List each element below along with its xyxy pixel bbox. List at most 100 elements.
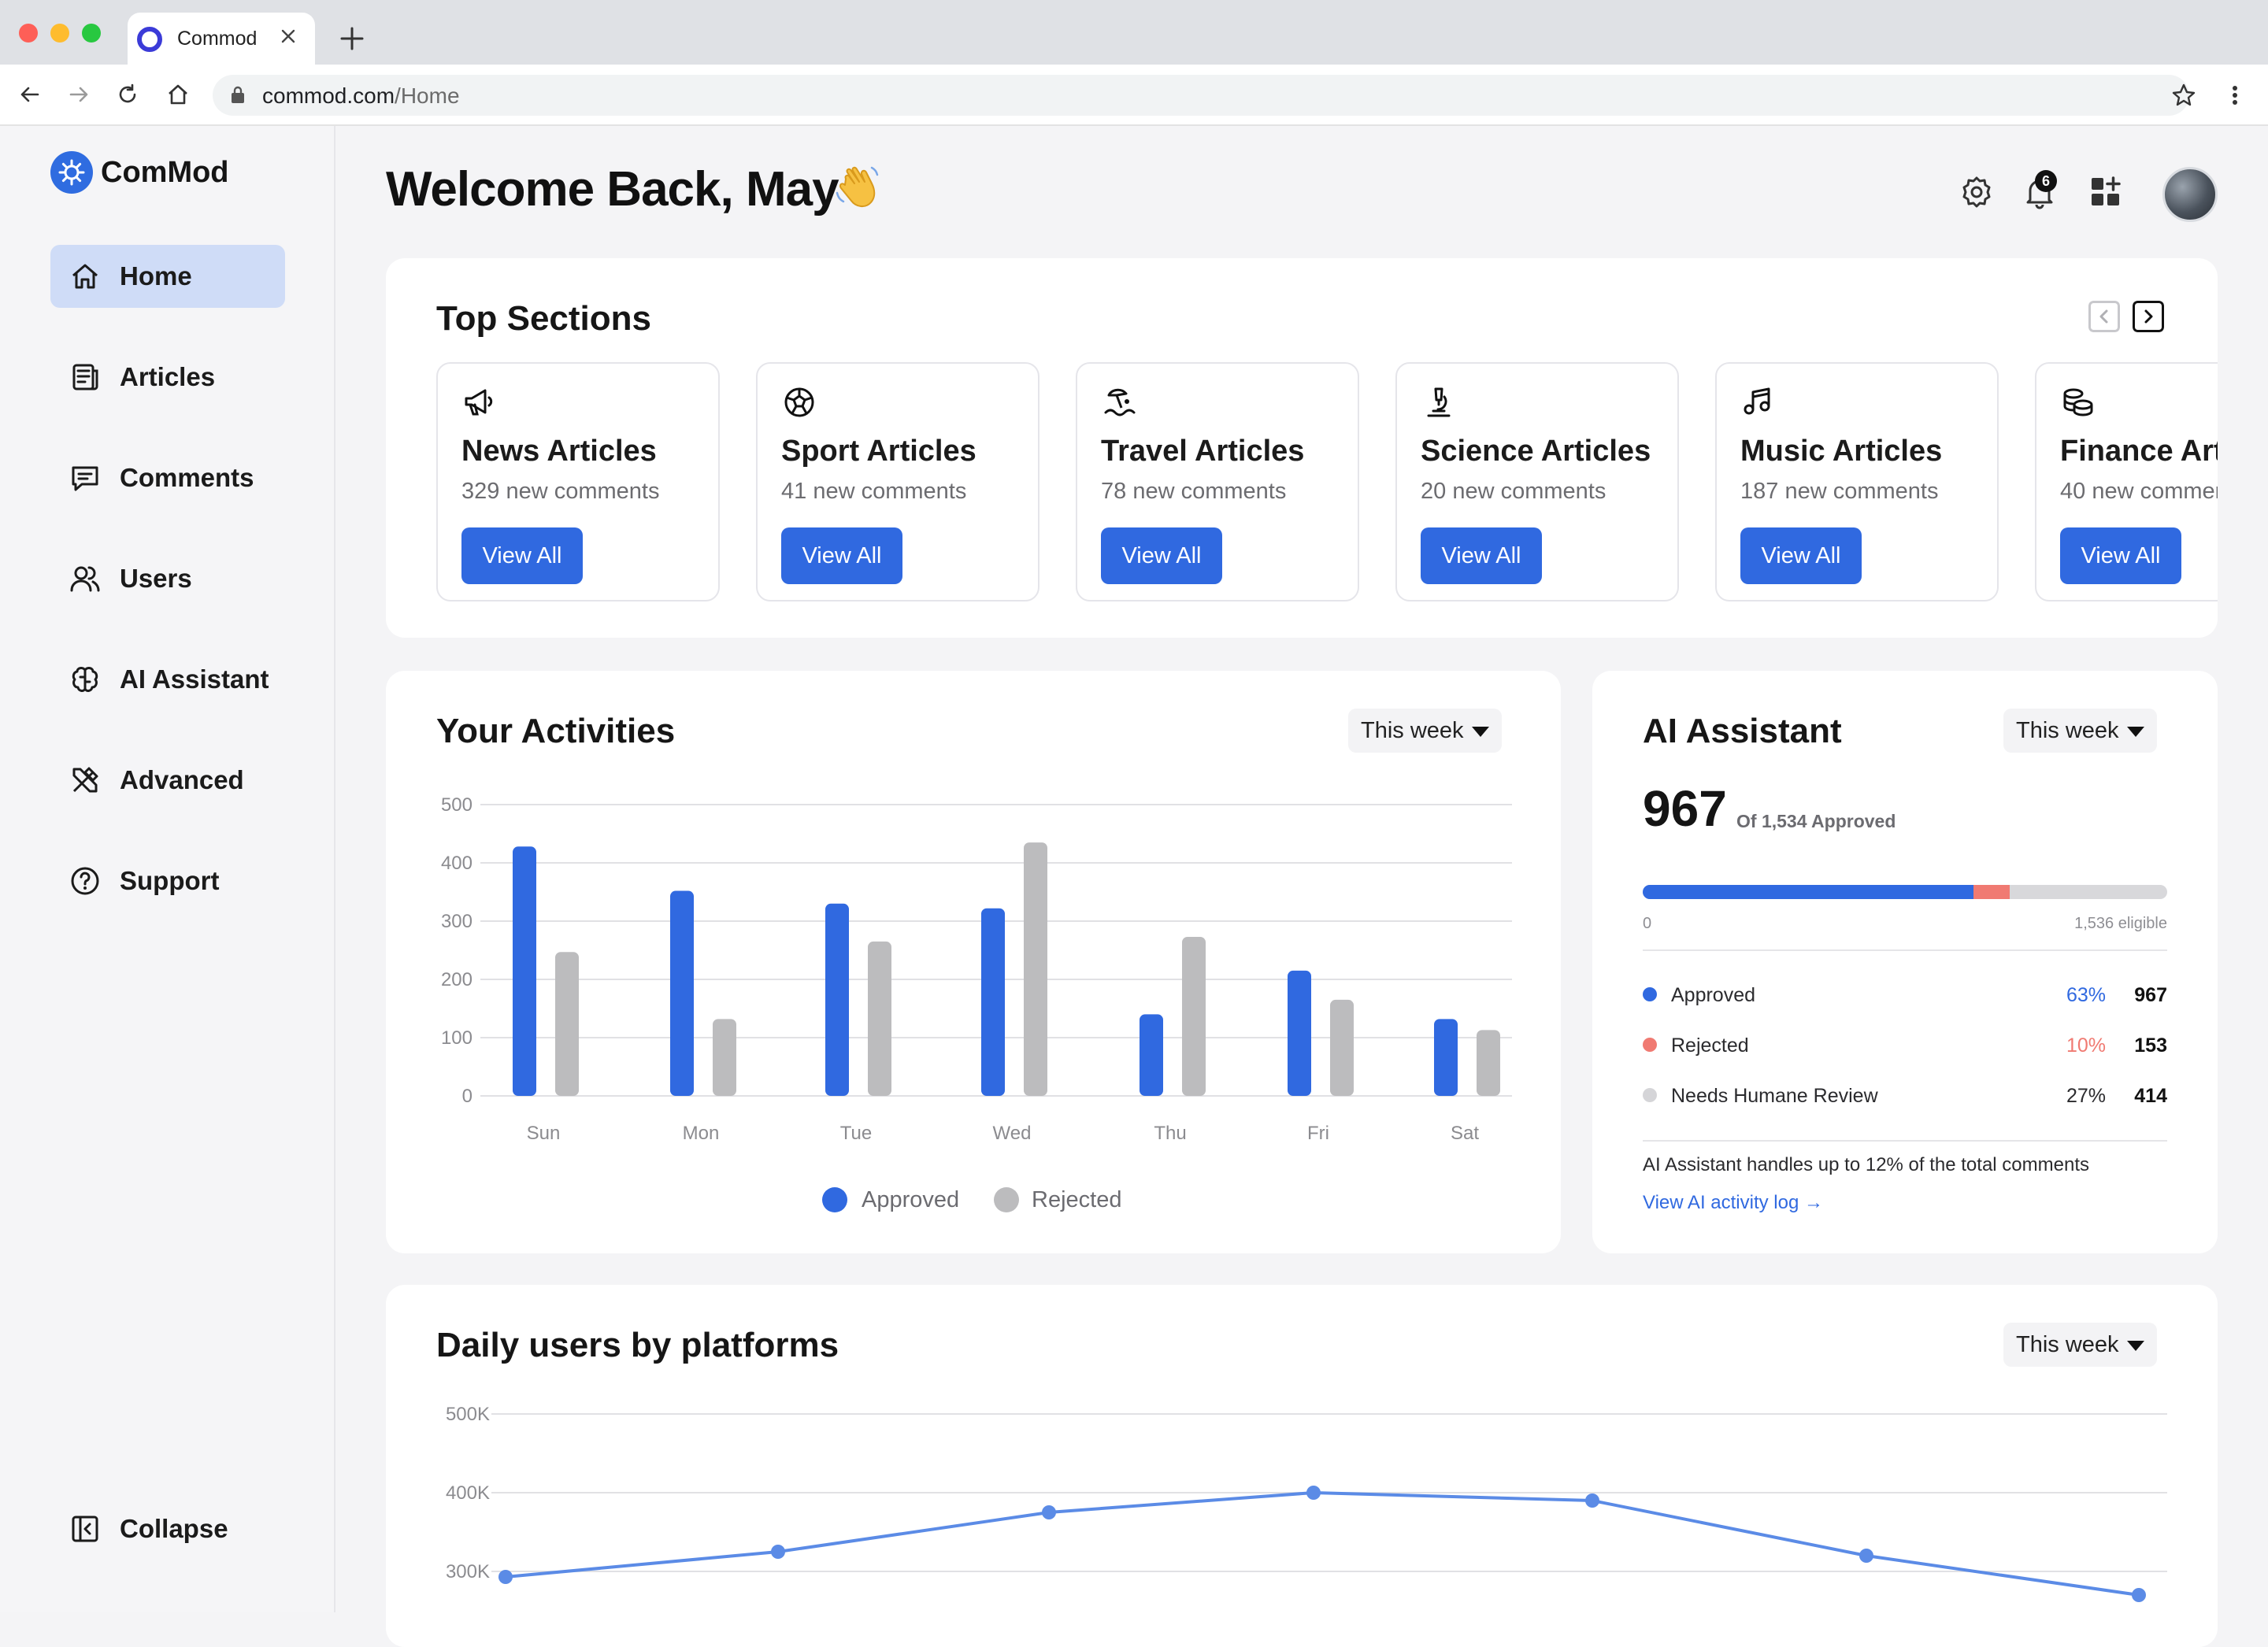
activities-bar-chart: 0 100 200 300 400 500 Sun Mon Tue Wed Thu Fri Sat xyxy=(441,794,1512,1144)
tab-title: Commod xyxy=(177,28,258,50)
y-tick-label: 300K xyxy=(446,1561,490,1582)
section-name: Finance Articles xyxy=(2060,435,2218,468)
sidebar-item-advanced[interactable]: Advanced xyxy=(50,749,285,812)
x-tick-label: Fri xyxy=(1307,1123,1329,1144)
section-card: News Articles 329 new comments View All xyxy=(436,362,720,601)
divider xyxy=(1643,949,2167,951)
users-icon xyxy=(70,566,100,592)
top-sections-title: Top Sections xyxy=(436,299,651,338)
settings-gear-icon[interactable] xyxy=(1959,175,1994,209)
view-all-button[interactable]: View All xyxy=(461,527,583,584)
section-count: 40 new comments xyxy=(2060,479,2218,504)
maximize-window-button[interactable] xyxy=(82,24,101,43)
activities-period-dropdown[interactable]: This week xyxy=(1348,709,1502,753)
ai-assistant-title: AI Assistant xyxy=(1643,712,1842,750)
view-all-button[interactable]: View All xyxy=(2060,527,2181,584)
bookmark-star-icon[interactable] xyxy=(2170,82,2197,109)
sidebar-item-comments[interactable]: Comments xyxy=(50,446,285,509)
new-tab-icon[interactable] xyxy=(339,25,365,52)
view-all-button[interactable]: View All xyxy=(1421,527,1542,584)
sections-carousel: News Articles 329 new comments View All … xyxy=(425,346,2218,622)
activities-title: Your Activities xyxy=(436,712,676,750)
approved-row-pct: 63% xyxy=(2066,984,2106,1006)
collapse-icon xyxy=(72,1516,98,1542)
ai-progress-bar xyxy=(1643,885,2167,899)
x-tick-label: Sun xyxy=(527,1123,561,1144)
ai-note: AI Assistant handles up to 12% of the to… xyxy=(1643,1154,2089,1175)
close-window-button[interactable] xyxy=(19,24,38,43)
minimize-window-button[interactable] xyxy=(50,24,69,43)
caret-down-icon xyxy=(2126,1340,2144,1351)
sidebar-item-home[interactable]: Home xyxy=(50,245,285,308)
section-name: Sport Articles xyxy=(781,435,976,468)
y-tick-label: 0 xyxy=(462,1086,472,1107)
collapse-button[interactable]: Collapse xyxy=(50,1497,285,1560)
favicon-icon xyxy=(137,27,162,52)
y-tick-label: 400 xyxy=(441,853,472,874)
x-tick-label: Sat xyxy=(1451,1123,1479,1144)
sidebar-item-label: AI Assistant xyxy=(120,664,269,694)
sidebar-item-users[interactable]: Users xyxy=(50,547,285,610)
approved-bar xyxy=(1140,1014,1163,1096)
ai-period-dropdown[interactable]: This week xyxy=(2003,709,2157,753)
tools-icon xyxy=(72,767,98,793)
sidebar-item-articles[interactable]: Articles xyxy=(50,346,285,409)
comments-icon xyxy=(72,466,98,491)
close-tab-icon[interactable] xyxy=(279,27,298,46)
review-dot xyxy=(1643,1088,1657,1102)
scroll-right-button[interactable] xyxy=(2133,301,2164,332)
section-card: Finance Articles 40 new comments View Al… xyxy=(2035,362,2218,601)
commod-logo-icon xyxy=(50,151,93,194)
beach-icon xyxy=(1104,388,1136,416)
section-count: 20 new comments xyxy=(1421,479,1606,504)
sidebar-item-label: Comments xyxy=(120,463,254,492)
microscope-icon xyxy=(1427,387,1451,417)
scroll-left-button[interactable] xyxy=(2088,301,2120,332)
logo-text: ComMod xyxy=(101,156,229,189)
users-point xyxy=(1042,1505,1056,1519)
x-tick-label: Mon xyxy=(683,1123,720,1144)
help-icon xyxy=(71,867,99,895)
url-field[interactable] xyxy=(213,75,2189,116)
daily-users-title: Daily users by platforms xyxy=(436,1326,839,1364)
section-name: Music Articles xyxy=(1740,435,1943,468)
review-row-pct: 27% xyxy=(2066,1085,2106,1107)
reload-icon[interactable] xyxy=(115,82,140,107)
section-name: News Articles xyxy=(461,435,657,468)
music-note-icon xyxy=(1744,387,1770,415)
section-name: Travel Articles xyxy=(1101,435,1305,468)
sidebar-item-support[interactable]: Support xyxy=(50,849,285,912)
progress-approved-segment xyxy=(1643,885,1973,899)
users-point xyxy=(498,1570,513,1584)
y-tick-label: 500K xyxy=(446,1404,490,1425)
home-browser-icon[interactable] xyxy=(165,82,191,107)
daily-users-period-dropdown[interactable]: This week xyxy=(2003,1323,2157,1367)
back-icon[interactable] xyxy=(17,82,43,107)
user-avatar[interactable] xyxy=(2162,167,2218,222)
forward-icon[interactable] xyxy=(66,82,91,107)
rejected-bar xyxy=(1024,842,1047,1096)
ai-approved-count: 967 xyxy=(1643,780,1727,837)
view-all-button[interactable]: View All xyxy=(781,527,902,584)
ai-activity-log-link[interactable]: View AI activity log → xyxy=(1643,1192,1823,1214)
caret-down-icon xyxy=(2126,726,2144,737)
sidebar-item-label: Support xyxy=(120,866,220,895)
users-point xyxy=(1585,1493,1599,1508)
activities-period-label: This week xyxy=(1361,718,1464,743)
section-count: 187 new comments xyxy=(1740,479,1939,504)
users-point xyxy=(2132,1588,2146,1602)
approved-dot xyxy=(1643,987,1657,1001)
rejected-bar xyxy=(1477,1030,1500,1096)
x-tick-label: Wed xyxy=(993,1123,1032,1144)
approved-row-label: Approved xyxy=(1671,984,1756,1006)
browser-menu-icon[interactable] xyxy=(2225,82,2244,109)
sidebar-item-label: Home xyxy=(120,261,192,291)
sidebar-item-ai-assistant[interactable]: AI Assistant xyxy=(50,648,285,711)
y-tick-label: 100 xyxy=(441,1027,472,1049)
view-all-button[interactable]: View All xyxy=(1101,527,1222,584)
view-all-button[interactable]: View All xyxy=(1740,527,1862,584)
y-tick-label: 500 xyxy=(441,794,472,816)
apps-add-icon[interactable] xyxy=(2088,175,2123,209)
coins-icon xyxy=(2063,388,2093,416)
section-card: Music Articles 187 new comments View All xyxy=(1715,362,1999,601)
